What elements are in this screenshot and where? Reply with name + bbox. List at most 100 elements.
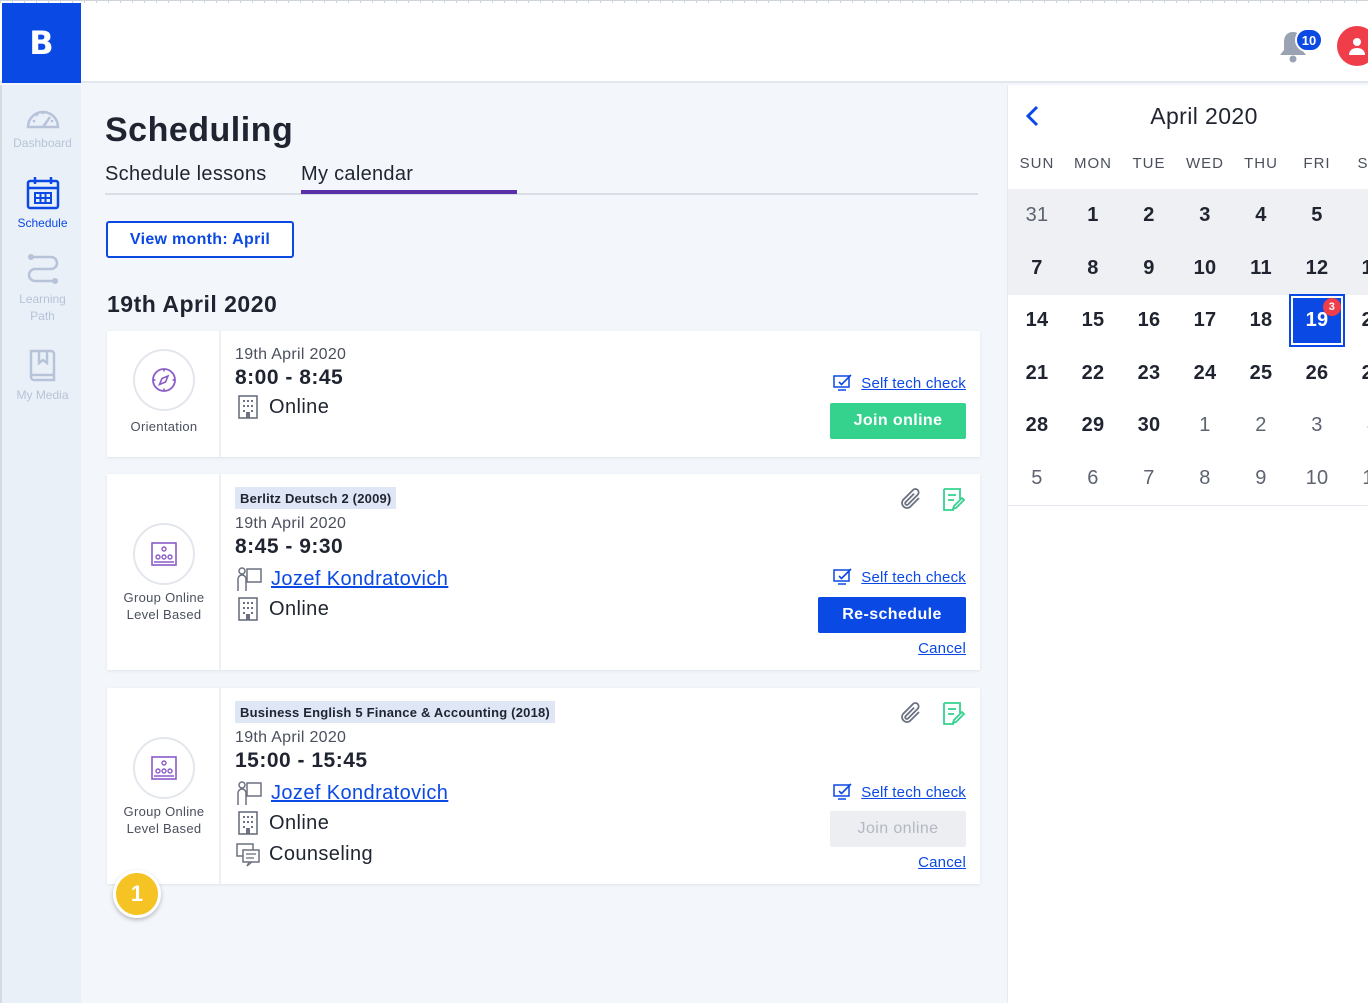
calendar-day[interactable]: 3: [1289, 399, 1345, 452]
calendar-day[interactable]: 5: [1289, 189, 1345, 242]
calendar-day[interactable]: 20: [1345, 294, 1368, 347]
tech-check-icon: [833, 568, 852, 585]
weekday-label: WED: [1186, 155, 1224, 172]
calendar-day[interactable]: 26: [1289, 347, 1345, 400]
reschedule-button[interactable]: Re-schedule: [818, 597, 966, 633]
calendar-day[interactable]: 2: [1233, 399, 1289, 452]
calendar-day-number: 2: [1143, 204, 1155, 226]
calendar-day[interactable]: 28: [1009, 399, 1065, 452]
calendar-day-number: 28: [1025, 414, 1049, 436]
course-tag: Berlitz Deutsch 2 (2009): [235, 487, 397, 509]
sidebar-item-learning-path[interactable]: Learning Path: [2, 251, 83, 325]
calendar-day[interactable]: 5: [1009, 452, 1065, 505]
calendar-day[interactable]: 24: [1177, 347, 1233, 400]
lesson-location: Online: [235, 394, 329, 420]
self-tech-check-link[interactable]: Self tech check: [833, 783, 966, 801]
join-online-button[interactable]: Join online: [830, 403, 966, 439]
building-icon: [238, 395, 258, 419]
self-tech-check-link[interactable]: Self tech check: [833, 568, 966, 586]
calendar-day[interactable]: 8: [1065, 242, 1121, 295]
calendar-day[interactable]: 27: [1345, 347, 1368, 400]
lesson-type-label: Level Based: [126, 821, 202, 836]
lesson-date: 19th April 2020: [235, 346, 347, 363]
calendar-day[interactable]: 3: [1177, 189, 1233, 242]
avatar[interactable]: [1337, 26, 1368, 66]
calendar-day[interactable]: 4: [1233, 189, 1289, 242]
calendar-day[interactable]: 22: [1065, 347, 1121, 400]
calendar-day-number: 11: [1362, 466, 1368, 489]
calendar-day[interactable]: 30: [1121, 399, 1177, 452]
teacher-link[interactable]: Jozef Kondratovich: [271, 568, 448, 591]
self-tech-check-label: Self tech check: [861, 568, 966, 586]
teacher-link[interactable]: Jozef Kondratovich: [271, 782, 448, 805]
sidebar-item-schedule[interactable]: Schedule: [2, 175, 83, 232]
calendar-day[interactable]: 18: [1233, 294, 1289, 347]
calendar-day[interactable]: 7: [1121, 452, 1177, 505]
tab-bar: Schedule lessons My calendar: [105, 161, 978, 195]
calendar-week: 21 22 23 24 25 26 27: [1008, 347, 1368, 400]
calendar-day[interactable]: 16: [1121, 294, 1177, 347]
tech-check-icon: [833, 783, 852, 800]
calendar-day[interactable]: 4: [1345, 399, 1368, 452]
notes-icon[interactable]: [940, 700, 968, 728]
calendar-day[interactable]: 2: [1121, 189, 1177, 242]
calendar-day[interactable]: 8: [1177, 452, 1233, 505]
calendar-day[interactable]: 1: [1065, 189, 1121, 242]
top-bar: B 10: [0, 0, 1368, 83]
weekday-label: SAT: [1357, 155, 1368, 172]
calendar-day-number: 6: [1087, 466, 1099, 489]
book-icon: [29, 349, 55, 382]
self-tech-check-link[interactable]: Self tech check: [833, 374, 966, 392]
lesson-location-text: Online: [269, 811, 330, 834]
calendar-day[interactable]: 23: [1121, 347, 1177, 400]
cancel-link[interactable]: Cancel: [918, 640, 966, 657]
paperclip-icon[interactable]: [898, 486, 926, 514]
card-actions: [898, 700, 968, 728]
calendar-day[interactable]: 9: [1233, 452, 1289, 505]
sidebar-item-my-media[interactable]: My Media: [2, 347, 83, 404]
calendar-day[interactable]: 31: [1009, 189, 1065, 242]
active-tab-indicator: [301, 190, 517, 194]
calendar-day[interactable]: 7: [1009, 242, 1065, 295]
cancel-link[interactable]: Cancel: [918, 854, 966, 871]
calendar-day-selected[interactable]: 19 3: [1289, 294, 1345, 347]
sidebar: Dashboard Schedule Learning Path My Medi…: [0, 85, 81, 1003]
weekday-label: MON: [1074, 155, 1112, 172]
paperclip-icon[interactable]: [898, 700, 926, 728]
lesson-location-text: Online: [269, 395, 330, 418]
page-title: Scheduling: [105, 111, 294, 149]
building-icon: [238, 597, 258, 621]
calendar-panel: April 2020 SUNMONTUEWEDTHUFRISAT 3112345…: [1007, 85, 1368, 1003]
calendar-day-number: 1: [1087, 204, 1099, 226]
calendar-day[interactable]: 10: [1289, 452, 1345, 505]
lesson-time: 8:00 - 8:45: [235, 366, 344, 389]
calendar-day[interactable]: 17: [1177, 294, 1233, 347]
calendar-day[interactable]: 21: [1009, 347, 1065, 400]
calendar-day[interactable]: 29: [1065, 399, 1121, 452]
logo[interactable]: B: [2, 3, 81, 83]
main-content: Scheduling Schedule lessons My calendar …: [81, 85, 1007, 1003]
calendar-day[interactable]: 12: [1289, 242, 1345, 295]
calendar-day[interactable]: 11: [1345, 452, 1368, 505]
sidebar-item-dashboard[interactable]: Dashboard: [2, 103, 83, 152]
calendar-week: 7 8 9 10 11 12 13: [1008, 241, 1368, 295]
calendar-week: 5 6 7 8 9 10 11: [1008, 452, 1368, 505]
calendar-day[interactable]: 6: [1065, 452, 1121, 505]
calendar-day[interactable]: 15: [1065, 294, 1121, 347]
calendar-day[interactable]: 13: [1345, 242, 1368, 295]
calendar-day[interactable]: 25: [1233, 347, 1289, 400]
calendar-day[interactable]: 14: [1009, 294, 1065, 347]
calendar-day[interactable]: 10: [1177, 242, 1233, 295]
calendar-day[interactable]: 6: [1345, 189, 1368, 242]
calendar-day-number: 26: [1305, 361, 1329, 384]
tab-my-calendar[interactable]: My calendar: [301, 163, 413, 186]
calendar-day-number: 9: [1255, 466, 1267, 489]
calendar-day[interactable]: 1: [1177, 399, 1233, 452]
group-icon: [151, 756, 177, 780]
calendar-day[interactable]: 11: [1233, 242, 1289, 295]
notes-icon[interactable]: [940, 486, 968, 514]
tab-schedule-lessons[interactable]: Schedule lessons: [105, 163, 267, 186]
view-month-button[interactable]: View month: April: [106, 221, 294, 258]
calendar-day[interactable]: 9: [1121, 242, 1177, 295]
calendar-week: 14 15 16 17 18 193 20: [1008, 294, 1368, 347]
